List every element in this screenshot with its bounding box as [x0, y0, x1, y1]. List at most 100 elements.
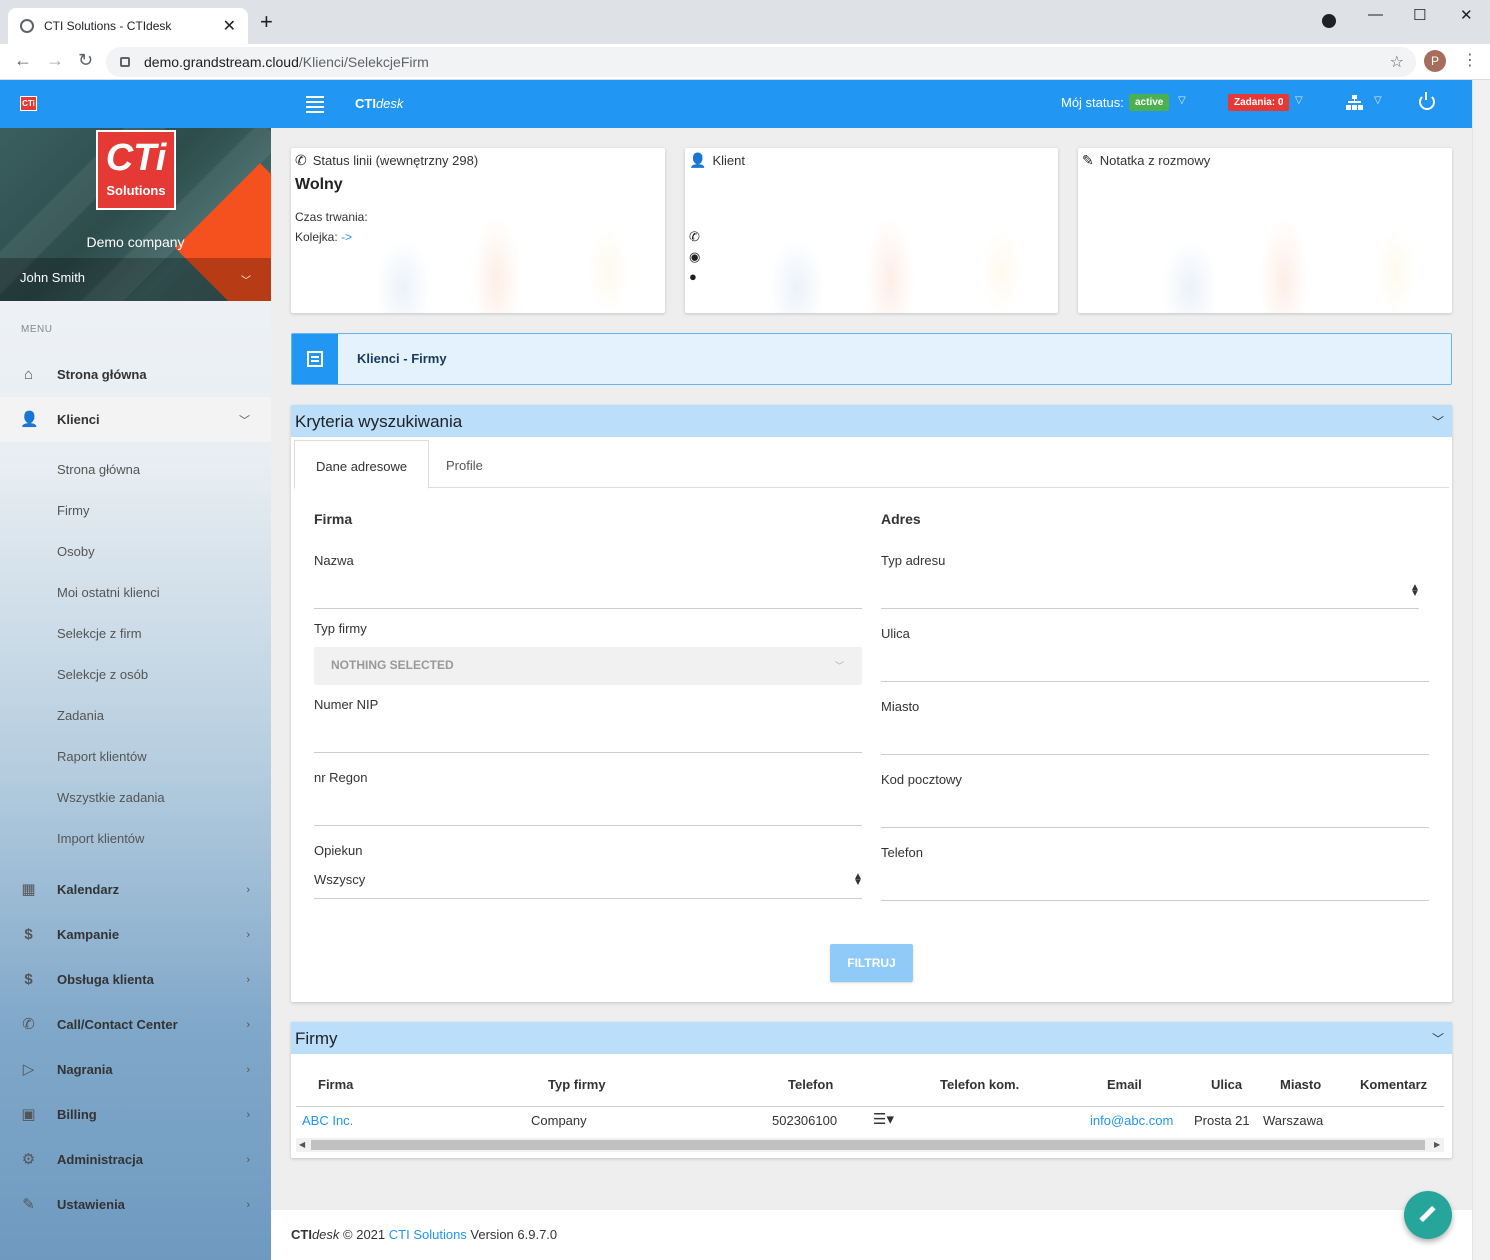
bookmark-star-icon[interactable]: ☆ [1390, 52, 1404, 72]
horizontal-scrollbar[interactable]: ◀ ▶ [296, 1138, 1444, 1152]
close-tab-icon[interactable]: ✕ [223, 16, 236, 36]
address-bar[interactable]: demo.grandstream.cloud/Klienci/SelekcjeF… [106, 47, 1416, 77]
chevron-right-icon: › [246, 1153, 250, 1166]
tab-profile[interactable]: Profile [425, 440, 504, 489]
col-telefon[interactable]: Telefon [788, 1077, 833, 1092]
typ-adresu-select[interactable] [881, 608, 1419, 609]
col-komentarz[interactable]: Komentarz [1360, 1077, 1427, 1092]
tasks-chevron-down-icon[interactable]: ▽ [1295, 95, 1303, 106]
results-panel-header[interactable]: Firmy ﹀ [291, 1022, 1452, 1054]
sidebar-subitem-all-tasks[interactable]: Wszystkie zadania [57, 790, 165, 805]
sitemap-icon[interactable] [1346, 95, 1363, 110]
tab-dane-adresowe[interactable]: Dane adresowe [294, 440, 430, 489]
browser-toolbar: ← → ↻ demo.grandstream.cloud/Klienci/Sel… [0, 44, 1490, 80]
sidebar-subitem-recent[interactable]: Moi ostatni klienci [57, 585, 160, 600]
power-icon[interactable] [1419, 92, 1435, 110]
telefon-input[interactable] [881, 900, 1429, 901]
money-icon: ▣ [21, 1106, 36, 1123]
app-logo-small[interactable]: CTi [20, 96, 37, 111]
sidebar-item-label: Kampanie [57, 927, 120, 942]
chevron-right-icon: › [246, 1018, 250, 1031]
sidebar-item-label: Obsługa klienta [57, 972, 154, 987]
ulica-input[interactable] [881, 681, 1429, 682]
nip-input[interactable] [314, 752, 862, 753]
chevron-down-icon[interactable]: ﹀ [1432, 1030, 1444, 1047]
sidebar-subitem-person-selections[interactable]: Selekcje z osób [57, 667, 148, 682]
lock-icon [120, 57, 130, 67]
home-icon: ⌂ [23, 366, 34, 383]
call-menu-icon[interactable]: ☰▾ [873, 1110, 894, 1128]
note-title: Notatka z rozmowy [1099, 153, 1211, 168]
sidebar-subitem-tasks[interactable]: Zadania [57, 708, 104, 723]
maximize-icon[interactable]: ☐ [1413, 6, 1426, 24]
queue-link[interactable]: -> [341, 230, 352, 244]
wrench-icon: ✎ [22, 1196, 35, 1213]
vertical-scrollbar[interactable] [1472, 80, 1490, 1260]
cell-firma[interactable]: ABC Inc. [302, 1113, 353, 1128]
col-ulica[interactable]: Ulica [1211, 1077, 1242, 1092]
browser-tab[interactable]: CTI Solutions - CTIdesk ✕ [8, 8, 248, 44]
footer: CTIdesk © 2021 CTI Solutions Version 6.9… [271, 1210, 1472, 1260]
forward-icon[interactable]: → [46, 50, 64, 71]
scroll-right-icon[interactable]: ▶ [1434, 1138, 1440, 1152]
sidebar-subitem-osoby[interactable]: Osoby [57, 544, 95, 559]
minimize-icon[interactable]: — [1368, 6, 1383, 23]
sidebar-item-kalendarz[interactable]: ▦ Kalendarz › [0, 867, 271, 912]
sidebar-item-home[interactable]: ⌂ Strona główna [0, 352, 271, 397]
new-tab-icon[interactable]: + [260, 11, 273, 33]
col-miasto[interactable]: Miasto [1280, 1077, 1321, 1092]
sidebar-subitem-report[interactable]: Raport klientów [57, 749, 147, 764]
sidebar-subitem-company-selections[interactable]: Selekcje z firm [57, 626, 142, 641]
sidebar-subitem-firmy[interactable]: Firmy [57, 503, 90, 518]
col-typ-firmy[interactable]: Typ firmy [548, 1077, 606, 1092]
sidebar-item-klienci[interactable]: 👤 Klienci ﹀ [0, 397, 271, 442]
footer-company-link[interactable]: CTI Solutions [389, 1227, 467, 1242]
browser-menu-down-icon[interactable] [1322, 14, 1336, 28]
back-icon[interactable]: ← [14, 50, 32, 71]
status-chevron-down-icon[interactable]: ▽ [1178, 95, 1186, 106]
sidebar-item-obsluga[interactable]: $ Obsługa klienta › [0, 957, 271, 1002]
browser-kebab-icon[interactable]: ⋮ [1462, 50, 1478, 70]
nip-label: Numer NIP [314, 697, 379, 712]
col-firma[interactable]: Firma [318, 1077, 353, 1092]
status-badge[interactable]: active [1129, 94, 1170, 111]
sidebar-item-kampanie[interactable]: $ Kampanie › [0, 912, 271, 957]
miasto-input[interactable] [881, 754, 1429, 755]
sidebar-item-nagrania[interactable]: ▷ Nagrania › [0, 1047, 271, 1092]
profile-avatar[interactable]: P [1424, 50, 1446, 72]
sidebar-item-administracja[interactable]: ⚙ Administracja › [0, 1137, 271, 1182]
col-email[interactable]: Email [1107, 1077, 1142, 1092]
sidebar-item-ustawienia[interactable]: ✎ Ustawienia › [0, 1182, 271, 1227]
table-header-divider [296, 1106, 1444, 1107]
typ-firmy-select[interactable]: NOTHING SELECTED ﹀ [314, 647, 862, 685]
note-card: ✎ Notatka z rozmowy [1078, 148, 1452, 313]
chevron-down-icon[interactable]: ﹀ [1432, 413, 1444, 430]
scroll-left-icon[interactable]: ◀ [299, 1138, 305, 1152]
reload-icon[interactable]: ↻ [78, 50, 93, 71]
col-telefon-kom[interactable]: Telefon kom. [940, 1077, 1019, 1092]
nazwa-input[interactable] [314, 608, 862, 609]
kod-input[interactable] [881, 827, 1429, 828]
opiekun-value[interactable]: Wszyscy [314, 872, 365, 887]
breadcrumb-section[interactable]: Klienci [357, 351, 400, 366]
sitemap-chevron-down-icon[interactable]: ▽ [1374, 95, 1382, 106]
sidebar-subitem-import[interactable]: Import klientów [57, 831, 144, 846]
scrollbar-thumb[interactable] [311, 1140, 1425, 1150]
opiekun-select[interactable] [314, 898, 862, 899]
filter-button[interactable]: FILTRUJ [830, 944, 913, 982]
regon-input[interactable] [314, 825, 862, 826]
cell-email[interactable]: info@abc.com [1090, 1113, 1173, 1128]
user-menu[interactable]: John Smith ﹀ [0, 258, 271, 301]
sidebar-item-billing[interactable]: ▣ Billing › [0, 1092, 271, 1137]
edit-fab-button[interactable] [1404, 1191, 1452, 1239]
close-window-icon[interactable]: ✕ [1460, 6, 1473, 24]
tasks-badge[interactable]: Zadania: 0 [1228, 94, 1290, 111]
app-brand: CTIdesk [355, 96, 403, 111]
edit-icon: ✎ [1082, 152, 1094, 168]
sidebar-subitem-home[interactable]: Strona główna [57, 462, 140, 477]
sidebar-item-call-center[interactable]: ✆ Call/Contact Center › [0, 1002, 271, 1047]
hamburger-menu-icon[interactable] [306, 96, 324, 116]
chevron-right-icon: › [246, 973, 250, 986]
user-icon: 👤 [689, 152, 707, 168]
search-panel-header[interactable]: Kryteria wyszukiwania ﹀ [291, 405, 1452, 437]
